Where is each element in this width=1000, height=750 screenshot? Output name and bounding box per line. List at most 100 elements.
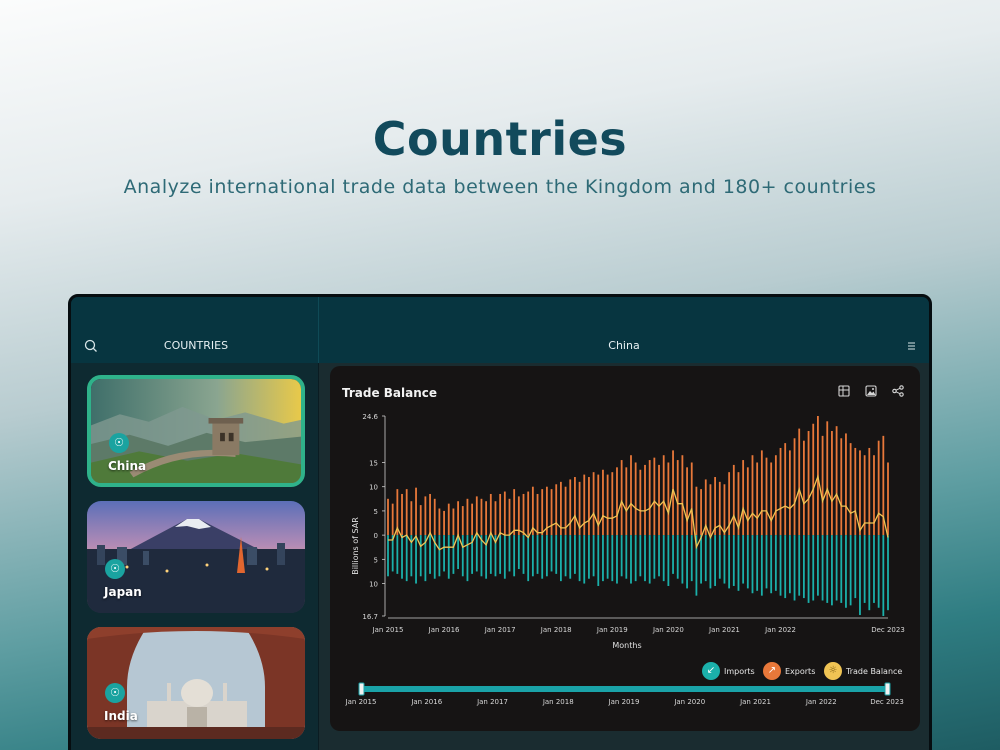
slider-label: Jan 2021 [739,698,771,706]
imports-bar [578,535,581,582]
slider-label: Dec 2023 [870,698,904,706]
exports-bar [686,467,688,536]
exports-bar [793,438,796,536]
legend-imports[interactable]: ↙ Imports [702,662,755,680]
imports-bar [681,535,684,584]
exports-bar [760,450,763,536]
exports-bar [485,501,488,536]
imports-bar [746,535,749,589]
slider-label: Jan 2015 [345,698,377,706]
imports-bar [513,535,516,577]
exports-bar [845,433,847,536]
imports-bar [405,535,408,582]
imports-bar [873,535,875,603]
imports-bar [877,535,880,608]
imports-bar [756,535,759,591]
imports-bar [718,535,721,579]
imports-bar [545,535,548,577]
country-card-china[interactable]: ☉ China [87,375,305,487]
exports-bar [831,431,833,536]
legend-trade-balance-label: Trade Balance [846,666,903,676]
exports-bar [592,472,595,536]
x-tick-label: Jan 2017 [484,626,516,634]
exports-bar [527,491,530,536]
exports-bar [499,493,502,536]
imports-bar [639,535,642,577]
imports-bar [475,535,478,572]
imports-bar [644,535,646,582]
y-tick-label: 15 [369,459,378,467]
imports-bar [676,535,679,579]
slider-label: Jan 2016 [410,698,442,706]
imports-bar [583,535,586,584]
top-bar: COUNTRIES China [71,297,929,363]
exports-bar [471,503,474,536]
imports-bar [788,535,791,594]
imports-bar [779,535,782,596]
country-name: Japan [104,585,142,599]
exports-bar [854,447,857,536]
imports-bar [667,535,670,586]
range-slider-track[interactable] [361,686,887,692]
legend-exports[interactable]: ↗ Exports [763,662,815,680]
imports-bar [751,535,754,594]
imports-bar [826,535,829,603]
imports-bar [634,535,637,582]
imports-bar [802,535,805,599]
exports-bar [443,510,445,536]
imports-bar [457,535,459,570]
imports-bar [466,535,469,582]
exports-bar [868,447,871,536]
imports-bar [517,535,520,570]
range-slider-start-handle[interactable] [358,682,365,696]
legend-imports-label: Imports [724,666,755,676]
divider [318,297,319,363]
imports-bar [415,535,417,584]
y-axis-label: Billions of SAR [351,517,360,575]
y-tick-label: 5 [374,556,378,564]
exports-bar [644,464,646,536]
arrow-up-right-icon: ↗ [763,662,781,680]
imports-bar [499,535,502,574]
imports-bar [387,535,389,577]
search-icon[interactable] [84,339,98,353]
country-card-japan[interactable]: ☉ Japan [87,501,305,613]
exports-bar [788,450,791,536]
imports-bar [737,535,740,591]
exports-bar [583,474,586,536]
country-badge-icon: ☉ [109,433,129,453]
exports-bar [840,438,843,536]
exports-bar [695,486,698,536]
imports-bar [536,535,539,574]
imports-bar [774,535,777,591]
exports-bar [616,467,618,536]
exports-bar [419,505,422,536]
exports-bar [606,474,609,536]
exports-bar [475,496,478,536]
range-slider-end-handle[interactable] [884,682,891,696]
exports-bar [812,423,815,536]
imports-bar [686,535,688,589]
exports-bar [746,467,749,536]
exports-bar [438,508,441,536]
imports-bar [588,535,590,579]
imports-bar [723,535,726,584]
exports-bar [620,460,623,536]
exports-bar [630,455,632,536]
country-title: China [608,339,640,352]
exports-bar [569,479,572,536]
imports-bar [630,535,632,584]
imports-bar [784,535,787,599]
imports-bar [770,535,773,594]
country-name: India [104,709,138,723]
exports-bar [648,460,651,536]
imports-bar [882,535,885,616]
y-tick-label: 5 [374,508,378,516]
exports-bar [690,462,693,536]
imports-bar [461,535,464,577]
menu-icon[interactable] [907,341,917,351]
legend-trade-balance[interactable]: ☼ Trade Balance [824,662,902,680]
country-card-india[interactable]: ☉ India [87,627,305,739]
exports-bar [653,457,656,536]
exports-bar [517,496,520,536]
